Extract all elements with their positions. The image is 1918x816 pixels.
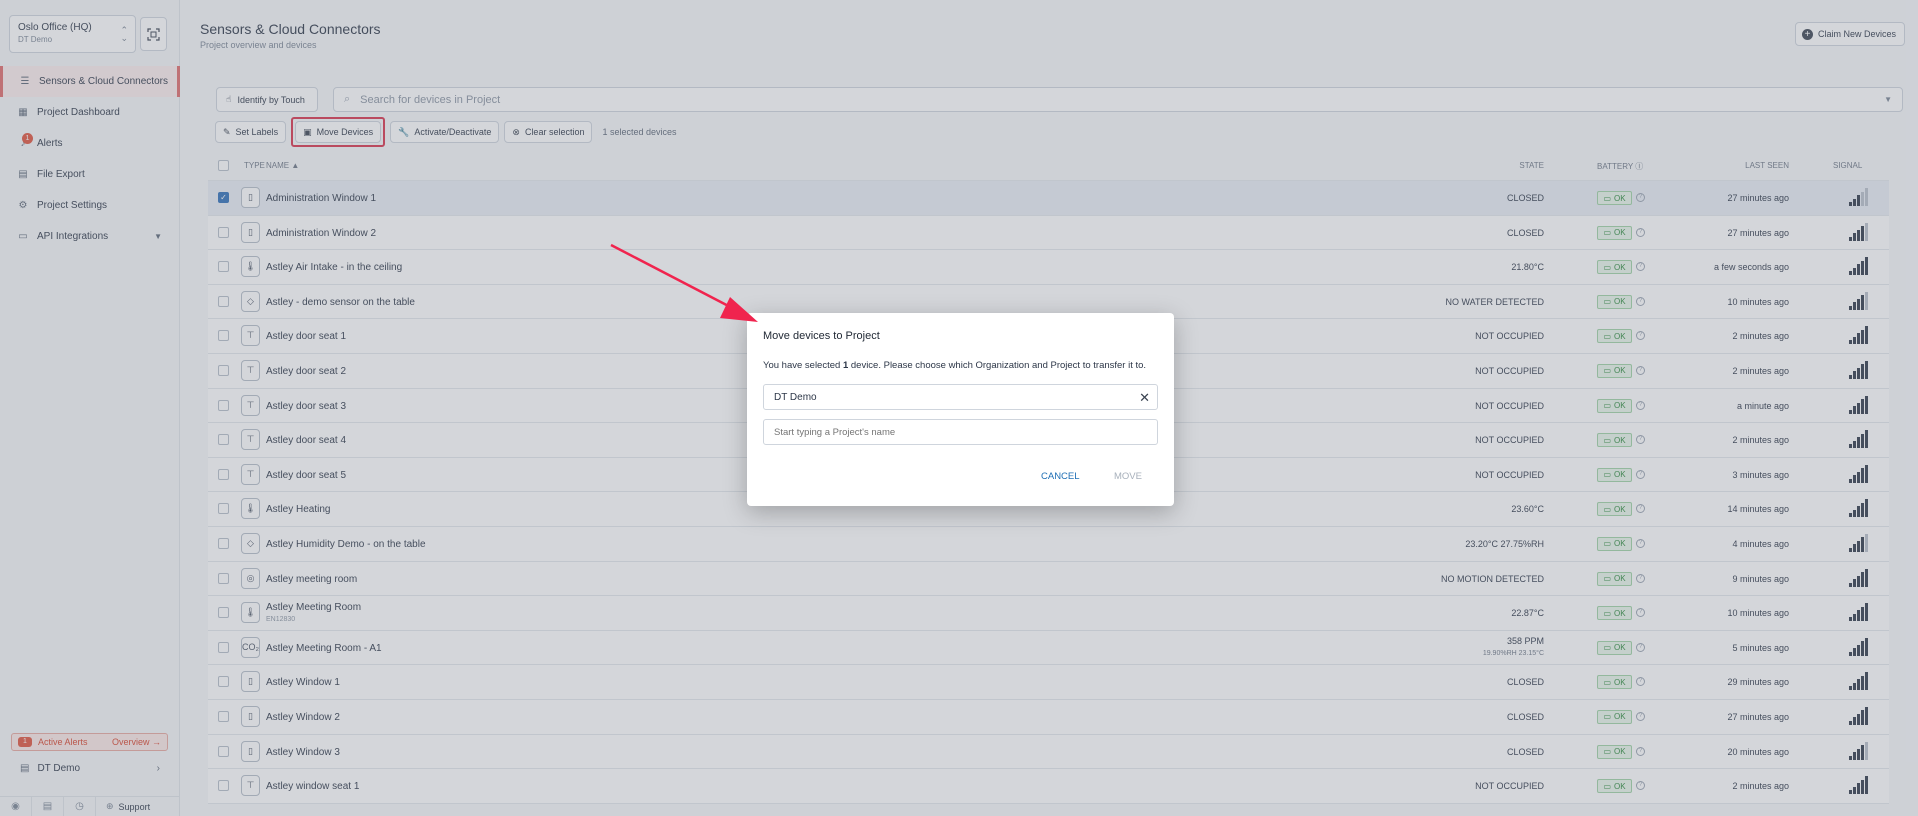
dialog-description: You have selected 1 device. Please choos… xyxy=(763,360,1147,371)
organization-select[interactable]: DT Demo ✕ xyxy=(763,384,1158,410)
dialog-title: Move devices to Project xyxy=(763,330,880,342)
move-button[interactable]: MOVE xyxy=(1114,471,1142,482)
clear-icon[interactable]: ✕ xyxy=(1139,390,1150,406)
organization-value: DT Demo xyxy=(774,391,817,403)
project-name-input[interactable] xyxy=(763,419,1158,445)
move-devices-dialog: Move devices to Project You have selecte… xyxy=(747,313,1174,506)
cancel-button[interactable]: CANCEL xyxy=(1041,471,1080,482)
